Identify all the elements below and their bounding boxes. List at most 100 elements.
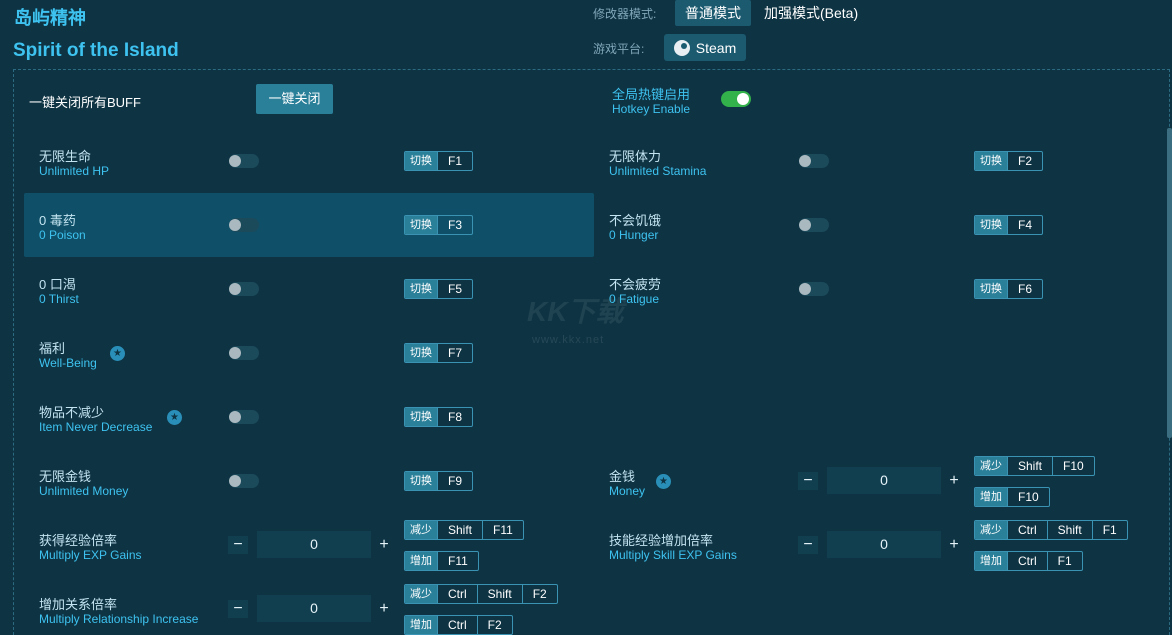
option-label-cn: 无限生命 [39,149,92,164]
highlighted-row [24,193,594,257]
toggle-0-thirst[interactable] [229,282,259,296]
hotkey-relationship-increase[interactable]: 增加 Ctrl F2 [404,615,513,635]
game-title-cn: 岛屿精神 [14,8,86,28]
hotkey-enable-label-cn: 全局热键启用 [612,87,691,102]
decrease-tag: 减少 [975,521,1007,539]
option-label-en: Money [609,484,646,498]
option-label-en: 0 Fatigue [609,292,660,306]
hotkey-0-fatigue[interactable]: 切换 F6 [974,279,1044,299]
skill-exp-increment-button[interactable]: + [944,536,964,554]
option-label-en: 0 Hunger [609,228,659,242]
toggle-tag: 切换 [405,152,437,170]
toggle-tag: 切换 [405,408,437,426]
key: F1 [1046,552,1082,570]
decrease-tag: 减少 [405,585,437,603]
hotkey-0-poison[interactable]: 切换 F3 [404,215,474,235]
hotkey-0-hunger[interactable]: 切换 F4 [974,215,1044,235]
key: Ctrl [437,616,477,634]
toggle-unlimited-money[interactable] [229,474,259,488]
relationship-increment-button[interactable]: + [374,600,394,618]
hotkey-unlimited-hp[interactable]: 切换 F1 [404,151,474,171]
key: Ctrl [437,585,477,603]
hotkey-unlimited-money[interactable]: 切换 F9 [404,471,474,491]
hotkey-money-increase[interactable]: 增加 F10 [974,487,1050,507]
option-label-cn: 物品不减少 [39,405,105,420]
option-label-cn: 不会饥饿 [609,213,662,228]
key: Ctrl [1007,521,1047,539]
hotkey-enable-label-en: Hotkey Enable [612,102,691,116]
steam-icon [673,39,690,56]
hotkey-skill-exp-increase[interactable]: 增加 Ctrl F1 [974,551,1083,571]
money-value-input[interactable]: 0 [827,467,941,494]
hotkey-exp-increase[interactable]: 增加 F11 [404,551,479,571]
key: F1 [437,152,472,170]
hotkey-item-never-decrease[interactable]: 切换 F8 [404,407,474,427]
option-label-en: Unlimited Stamina [609,164,707,178]
option-label-cn: 0 口渴 [39,277,76,292]
option-label-cn: 0 毒药 [39,213,76,228]
toggle-well-being[interactable] [229,346,259,360]
key: F6 [1007,280,1042,298]
option-label-cn: 无限体力 [609,149,662,164]
skill-exp-value-input[interactable]: 0 [827,531,941,558]
steam-platform-button[interactable]: Steam [664,34,746,61]
enhanced-mode-button[interactable]: 加强模式(Beta) [754,0,868,26]
increase-tag: 增加 [975,488,1007,506]
relationship-decrement-button[interactable]: − [228,600,248,618]
option-label-cn: 增加关系倍率 [39,597,118,612]
watermark-url: www.kkx.net [532,334,605,346]
hotkey-well-being[interactable]: 切换 F7 [404,343,474,363]
toggle-0-poison[interactable] [229,218,259,232]
toggle-tag: 切换 [975,216,1007,234]
skill-exp-decrement-button[interactable]: − [798,536,818,554]
scrollbar[interactable] [1167,128,1172,438]
key: Shift [437,521,482,539]
key: F11 [437,552,478,570]
game-title-en: Spirit of the Island [13,40,179,61]
option-label-en: Multiply EXP Gains [39,548,142,562]
option-label-cn: 福利 [39,341,66,356]
hotkey-unlimited-stamina[interactable]: 切换 F2 [974,151,1044,171]
star-icon: ★ [656,474,671,489]
toggle-tag: 切换 [405,216,437,234]
hotkey-enable-toggle[interactable] [721,91,751,107]
toggle-tag: 切换 [405,472,437,490]
toggle-tag: 切换 [975,152,1007,170]
key: F8 [437,408,472,426]
hotkey-skill-exp-decrease[interactable]: 减少 Ctrl Shift F1 [974,520,1128,540]
decrease-tag: 减少 [405,521,437,539]
close-all-button[interactable]: 一键关闭 [256,84,333,114]
relationship-value-input[interactable]: 0 [257,595,371,622]
money-increment-button[interactable]: + [944,472,964,490]
toggle-0-fatigue[interactable] [799,282,829,296]
key: Shift [476,585,522,603]
steam-label: Steam [695,39,737,56]
close-all-label: 一键关闭所有BUFF [29,95,141,110]
exp-increment-button[interactable]: + [374,536,394,554]
hotkey-money-decrease[interactable]: 减少 Shift F10 [974,456,1095,476]
toggle-0-hunger[interactable] [799,218,829,232]
option-label-en: Multiply Relationship Increase [39,612,199,626]
option-label-cn: 不会疲劳 [609,277,662,292]
money-decrement-button[interactable]: − [798,472,818,490]
option-label-cn: 金钱 [609,469,636,484]
platform-label: 游戏平台: [593,42,645,56]
increase-tag: 增加 [405,552,437,570]
hotkey-relationship-decrease[interactable]: 减少 Ctrl Shift F2 [404,584,558,604]
key: F4 [1007,216,1042,234]
key: F3 [437,216,472,234]
exp-value-input[interactable]: 0 [257,531,371,558]
key: Shift [1046,521,1092,539]
toggle-unlimited-stamina[interactable] [799,154,829,168]
hotkey-exp-decrease[interactable]: 减少 Shift F11 [404,520,524,540]
exp-decrement-button[interactable]: − [228,536,248,554]
toggle-unlimited-hp[interactable] [229,154,259,168]
option-label-en: Multiply Skill EXP Gains [609,548,737,562]
star-icon: ★ [110,346,125,361]
increase-tag: 增加 [975,552,1007,570]
normal-mode-button[interactable]: 普通模式 [675,0,751,26]
option-label-en: Unlimited HP [39,164,110,178]
toggle-item-never-decrease[interactable] [229,410,259,424]
key: F2 [476,616,512,634]
hotkey-0-thirst[interactable]: 切换 F5 [404,279,474,299]
